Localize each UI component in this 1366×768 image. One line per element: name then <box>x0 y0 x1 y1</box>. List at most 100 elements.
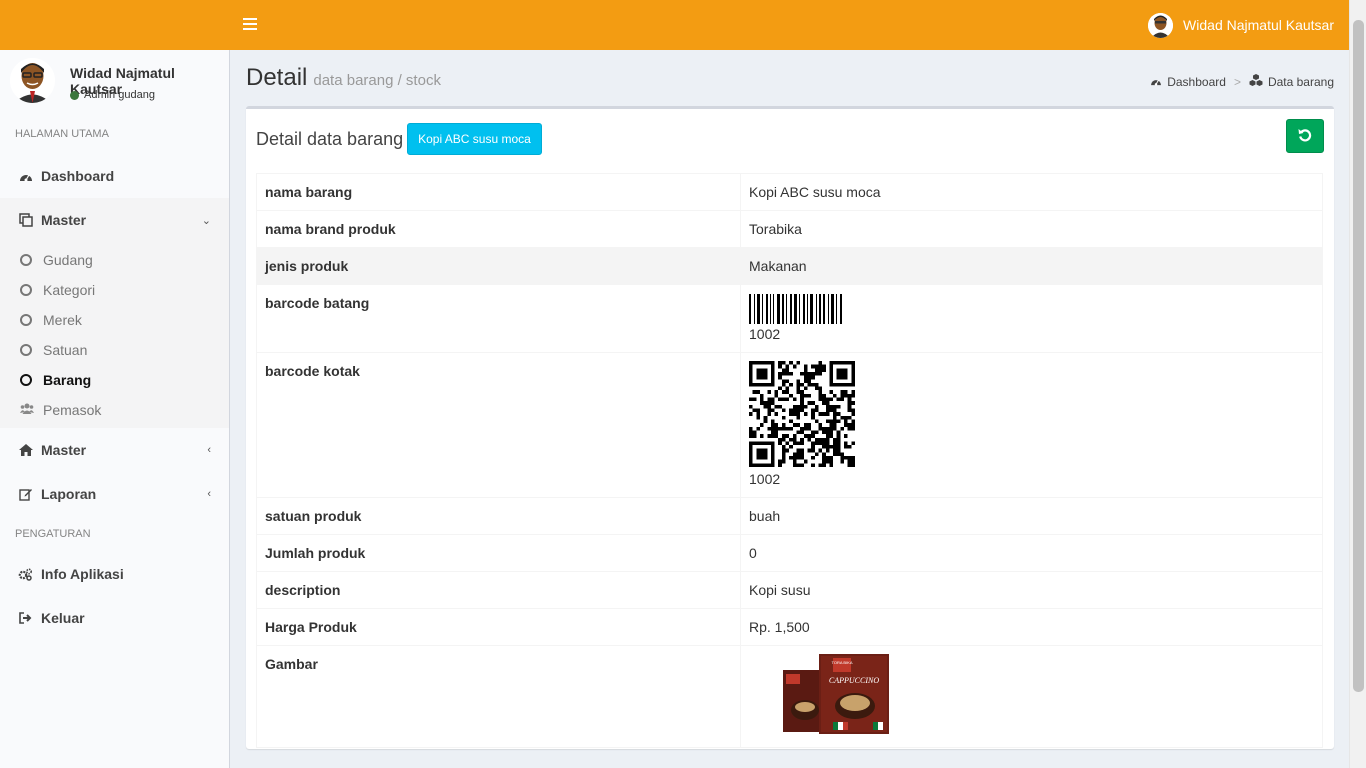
qr-module <box>807 401 812 405</box>
qr-finder-module <box>756 368 768 380</box>
sidebar-item-keluar[interactable]: Keluar <box>0 596 229 640</box>
qr-module <box>803 371 808 376</box>
qr-module <box>818 393 823 398</box>
qr-module <box>781 382 786 387</box>
qr-module <box>781 415 786 420</box>
user-role: Admin gudang <box>70 89 155 101</box>
qr-module <box>774 412 779 416</box>
qr-module <box>778 371 782 376</box>
menu-icon[interactable] <box>243 18 257 30</box>
qr-module <box>800 430 804 435</box>
qr-module <box>796 408 801 413</box>
qr-module <box>811 456 815 460</box>
sidebar-item-pemasok[interactable]: Pemasok <box>0 395 229 425</box>
qr-module <box>844 441 848 446</box>
qr-module <box>825 426 830 431</box>
qr-module <box>781 361 786 365</box>
qr-module <box>807 371 812 376</box>
qr-module <box>818 397 823 402</box>
sidebar-item-barang[interactable]: Barang <box>0 365 229 395</box>
qr-module <box>851 459 855 464</box>
qr-module <box>796 404 801 409</box>
table-row: description Kopi susu <box>256 571 1323 609</box>
home-icon <box>18 443 33 458</box>
qr-module <box>781 408 786 413</box>
barcode-bar <box>816 294 817 324</box>
qr-module <box>778 361 782 365</box>
qr-module <box>759 434 764 438</box>
qr-module <box>785 434 790 438</box>
qr-module <box>844 434 848 438</box>
qr-module <box>818 423 823 427</box>
detail-value: Rp. 1,500 <box>740 608 1323 646</box>
qr-module <box>818 364 823 369</box>
detail-box: Detail data barang Kopi ABC susu moca na… <box>246 106 1334 749</box>
qr-module <box>814 386 819 391</box>
sidebar-item-satuan[interactable]: Satuan <box>0 335 229 365</box>
sidebar-item-label: Info Aplikasi <box>41 566 124 582</box>
qr-module <box>778 426 782 431</box>
qr-module <box>840 452 845 457</box>
qr-module <box>836 445 841 449</box>
qr-module <box>796 382 801 387</box>
sidebar: Widad Najmatul Kautsar Admin gudang HALA… <box>0 50 230 768</box>
barcode-bar <box>782 294 784 324</box>
user-role-label: Admin gudang <box>84 89 155 101</box>
sidebar-item-gudang[interactable]: Gudang <box>0 245 229 275</box>
qr-module <box>800 382 804 387</box>
qr-module <box>756 412 760 416</box>
qr-module <box>785 397 790 402</box>
qr-module <box>803 412 808 416</box>
qr-module <box>847 397 852 402</box>
qr-module <box>844 423 848 427</box>
qr-module <box>847 423 852 427</box>
qr-module <box>785 368 790 372</box>
sidebar-item-merek[interactable]: Merek <box>0 305 229 335</box>
sidebar-item-label: Laporan <box>41 486 97 502</box>
qr-module <box>847 445 852 449</box>
qr-module <box>800 390 804 394</box>
circle-icon <box>20 314 32 326</box>
qr-module <box>847 393 852 398</box>
qr-module <box>800 408 804 413</box>
qr-module <box>792 452 797 457</box>
product-name-label[interactable]: Kopi ABC susu moca <box>407 123 542 155</box>
qr-module <box>770 408 775 413</box>
barcode-bar <box>807 294 808 324</box>
refresh-button[interactable] <box>1286 119 1324 153</box>
qr-module <box>825 445 830 449</box>
qr-module <box>814 452 819 457</box>
qr-module <box>851 393 855 398</box>
qr-finder-module <box>836 368 848 380</box>
detail-value: Torabika <box>740 210 1323 248</box>
table-row: Jumlah produk 0 <box>256 534 1323 572</box>
top-user-menu[interactable]: Widad Najmatul Kautsar <box>1148 12 1334 38</box>
qr-module <box>763 419 768 424</box>
sidebar-item-info-aplikasi[interactable]: Info Aplikasi <box>0 552 229 596</box>
sidebar-item-master[interactable]: Master ‹ <box>0 428 229 472</box>
sidebar-item-master-open[interactable]: Master ⌄ <box>0 198 229 242</box>
sidebar-item-kategori[interactable]: Kategori <box>0 275 229 305</box>
qr-module <box>803 368 808 372</box>
qr-module <box>781 426 786 431</box>
qr-module <box>829 397 834 402</box>
qr-module <box>807 375 812 380</box>
qr-module <box>818 426 823 431</box>
page-scrollbar[interactable] <box>1349 0 1366 768</box>
qr-module <box>851 463 855 467</box>
detail-value-cell: TORA BIKA CAPPUCCINO <box>740 645 1323 748</box>
qr-module <box>756 390 760 394</box>
qr-module <box>822 456 826 460</box>
qr-module <box>767 404 771 409</box>
barcode-bar <box>828 294 829 324</box>
qr-module <box>781 390 786 394</box>
qr-module <box>770 423 775 427</box>
sidebar-item-laporan[interactable]: Laporan ‹ <box>0 472 229 516</box>
qr-module <box>785 379 790 383</box>
sidebar-item-label: Kategori <box>43 282 96 298</box>
breadcrumb-home-link[interactable]: Dashboard <box>1167 75 1226 89</box>
qr-module <box>822 412 826 416</box>
table-row: Gambar TORA BIKA CAPPUCCINO <box>256 645 1323 748</box>
qr-module <box>814 419 819 424</box>
sidebar-item-dashboard[interactable]: Dashboard <box>0 154 229 198</box>
